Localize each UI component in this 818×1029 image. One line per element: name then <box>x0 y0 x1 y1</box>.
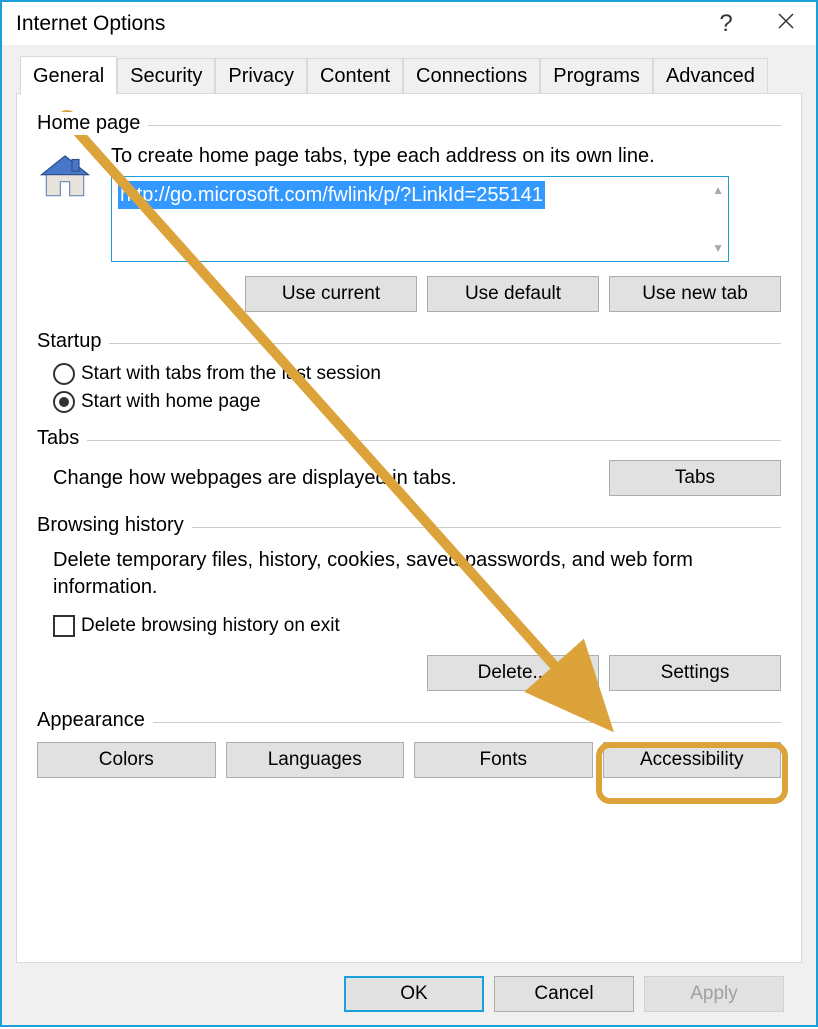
group-appearance-header: Appearance <box>37 709 781 732</box>
group-home-page-header: Home page <box>37 112 781 135</box>
help-button[interactable]: ? <box>696 10 756 38</box>
delete-history-button[interactable]: Delete... <box>427 655 599 691</box>
cancel-button[interactable]: Cancel <box>494 976 634 1012</box>
startup-option-home-page-label: Start with home page <box>81 391 261 413</box>
tab-content[interactable]: Content <box>307 58 403 94</box>
delete-on-exit-checkbox[interactable]: Delete browsing history on exit <box>37 615 781 637</box>
languages-button[interactable]: Languages <box>226 742 405 778</box>
group-label-home-page: Home page <box>37 112 148 135</box>
home-icon <box>37 149 97 211</box>
fonts-button[interactable]: Fonts <box>414 742 593 778</box>
use-new-tab-button[interactable]: Use new tab <box>609 276 781 312</box>
scroll-down-icon[interactable]: ▼ <box>712 241 724 255</box>
group-tabs-header: Tabs <box>37 427 781 450</box>
tab-strip: General Security Privacy Content Connect… <box>16 58 802 94</box>
window-title: Internet Options <box>16 12 696 36</box>
tab-security[interactable]: Security <box>117 58 215 94</box>
tab-panel-general: Home page To create home page tabs, type… <box>16 93 802 963</box>
group-label-appearance: Appearance <box>37 709 153 732</box>
startup-option-last-session-label: Start with tabs from the last session <box>81 363 381 385</box>
ok-button[interactable]: OK <box>344 976 484 1012</box>
group-label-tabs: Tabs <box>37 427 87 450</box>
dialog-footer: OK Cancel Apply <box>16 963 802 1025</box>
close-button[interactable] <box>756 12 816 35</box>
group-history-header: Browsing history <box>37 514 781 537</box>
tabs-description: Change how webpages are displayed in tab… <box>53 467 597 490</box>
tab-advanced[interactable]: Advanced <box>653 58 768 94</box>
close-icon <box>778 13 794 29</box>
home-page-url-input[interactable]: http://go.microsoft.com/fwlink/p/?LinkId… <box>111 176 729 262</box>
radio-unselected-icon <box>53 363 75 385</box>
radio-selected-icon <box>53 391 75 413</box>
colors-button[interactable]: Colors <box>37 742 216 778</box>
use-current-button[interactable]: Use current <box>245 276 417 312</box>
dialog-body: General Security Privacy Content Connect… <box>2 45 816 1025</box>
history-description: Delete temporary files, history, cookies… <box>53 547 781 601</box>
startup-radio-home-page[interactable]: Start with home page <box>37 391 781 413</box>
home-page-url-text: http://go.microsoft.com/fwlink/p/?LinkId… <box>118 181 545 209</box>
use-default-button[interactable]: Use default <box>427 276 599 312</box>
scroll-up-icon[interactable]: ▲ <box>712 183 724 197</box>
checkbox-unchecked-icon <box>53 615 75 637</box>
tabs-button[interactable]: Tabs <box>609 460 781 496</box>
tab-privacy[interactable]: Privacy <box>215 58 307 94</box>
group-label-startup: Startup <box>37 330 109 353</box>
group-label-history: Browsing history <box>37 514 192 537</box>
tab-programs[interactable]: Programs <box>540 58 653 94</box>
title-bar: Internet Options ? <box>2 2 816 45</box>
apply-button: Apply <box>644 976 784 1012</box>
group-startup-header: Startup <box>37 330 781 353</box>
annotation-settings-highlight <box>596 742 788 804</box>
delete-on-exit-label: Delete browsing history on exit <box>81 615 340 637</box>
home-page-instruction: To create home page tabs, type each addr… <box>111 145 781 168</box>
startup-radio-last-session[interactable]: Start with tabs from the last session <box>37 363 781 385</box>
internet-options-dialog: Internet Options ? General Security Priv… <box>0 0 818 1027</box>
tab-connections[interactable]: Connections <box>403 58 540 94</box>
history-settings-button[interactable]: Settings <box>609 655 781 691</box>
tab-general[interactable]: General <box>20 56 117 95</box>
